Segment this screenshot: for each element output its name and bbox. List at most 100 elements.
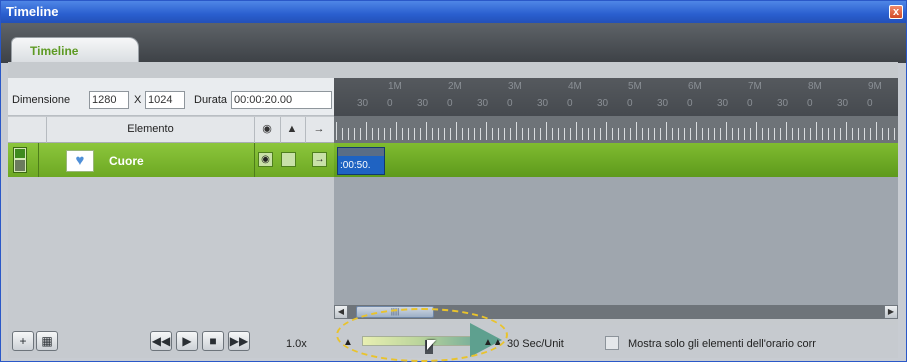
- ruler-tick: [378, 128, 379, 140]
- ruler-tick: [408, 128, 409, 140]
- ruler-tick: [744, 128, 745, 140]
- tab-timeline[interactable]: Timeline: [11, 37, 139, 63]
- tab-strip: Timeline: [1, 23, 906, 63]
- ruler-minor-label: 30: [417, 98, 429, 109]
- ruler-tick: [564, 128, 565, 140]
- ruler-major-label: 1M: [388, 81, 402, 92]
- ruler-tick: [726, 122, 727, 140]
- ruler-tick: [624, 128, 625, 140]
- clip-time-label: :00:50.: [340, 160, 371, 171]
- show-current-only-label: Mostra solo gli elementi dell'orario cor…: [628, 338, 816, 350]
- ruler-minor-label: 0: [867, 98, 873, 109]
- toggle-top: [15, 149, 25, 158]
- rewind-button[interactable]: ◀◀: [150, 331, 172, 351]
- ruler-tick: [882, 128, 883, 140]
- track-name: Cuore: [109, 154, 144, 168]
- track-arrow-toggle[interactable]: →: [312, 152, 327, 167]
- playback-speed: 1.0x: [286, 338, 307, 350]
- scroll-right-button[interactable]: ▶: [884, 305, 898, 319]
- track-eye-toggle[interactable]: ◉: [258, 152, 273, 167]
- eye-icon[interactable]: ◉: [259, 121, 275, 137]
- lock-icon[interactable]: ▲: [284, 121, 300, 137]
- ruler-minor-label: 0: [747, 98, 753, 109]
- ruler-tick: [708, 128, 709, 140]
- ruler-tick: [798, 128, 799, 140]
- track-visibility-toggle[interactable]: [13, 147, 27, 173]
- dimension-label: Dimensione: [12, 94, 71, 106]
- width-input[interactable]: [89, 91, 129, 109]
- ruler-tick: [768, 128, 769, 140]
- show-current-only-checkbox[interactable]: [605, 336, 619, 350]
- ruler-tick: [612, 128, 613, 140]
- ruler-tick: [492, 128, 493, 140]
- timeline-ruler[interactable]: 1M 2M 3M 4M 5M 6M 7M 8M 9M 30 0 30 0 30 0 30 0 30 0 30 0 30 0 3…: [334, 78, 898, 143]
- ruler-tick: [810, 128, 811, 140]
- trash-icon[interactable]: ▦: [36, 331, 58, 351]
- play-button[interactable]: ▶: [176, 331, 198, 351]
- track-lock-toggle[interactable]: [281, 152, 296, 167]
- ruler-minor-label: 0: [807, 98, 813, 109]
- x-label: X: [134, 94, 142, 106]
- ruler-major-label: 4M: [568, 81, 582, 92]
- ruler-tick: [840, 128, 841, 140]
- toggle-bottom: [15, 160, 25, 171]
- ruler-tick: [642, 128, 643, 140]
- ruler-tick: [618, 128, 619, 140]
- ruler-tick: [414, 128, 415, 140]
- ruler-minor-label: 0: [627, 98, 633, 109]
- arrow-right-icon[interactable]: →: [311, 121, 327, 137]
- ruler-major-label: 3M: [508, 81, 522, 92]
- column-separator: [46, 117, 47, 143]
- title-bar: Timeline x: [1, 1, 906, 23]
- ruler-minor-label: 30: [777, 98, 789, 109]
- ruler-tick: [738, 128, 739, 140]
- ruler-tick: [570, 128, 571, 140]
- clip-header: [338, 148, 384, 156]
- dimension-row: Dimensione X Durata: [8, 78, 334, 116]
- close-button[interactable]: x: [889, 5, 903, 19]
- ruler-tick: [828, 128, 829, 140]
- ruler-tick: [756, 122, 757, 140]
- ruler-tick: [606, 122, 607, 140]
- ruler-minor-label: 0: [447, 98, 453, 109]
- ruler-major-label: 6M: [688, 81, 702, 92]
- ruler-minor-label: 30: [357, 98, 369, 109]
- ruler-tick: [852, 128, 853, 140]
- ruler-tick: [792, 128, 793, 140]
- fast-forward-button[interactable]: ▶▶: [228, 331, 250, 351]
- ruler-tick: [690, 128, 691, 140]
- ruler-tick: [420, 128, 421, 140]
- ruler-tick: [528, 128, 529, 140]
- ruler-tick: [696, 122, 697, 140]
- track-timeline-row[interactable]: [334, 143, 898, 177]
- ruler-tick: [846, 122, 847, 140]
- column-separator: [305, 117, 306, 143]
- stop-button[interactable]: ■: [202, 331, 224, 351]
- ruler-minor-label: 0: [507, 98, 513, 109]
- duration-label: Durata: [194, 94, 228, 106]
- ruler-tick: [462, 128, 463, 140]
- ruler-tick: [432, 128, 433, 140]
- ruler-tick: [552, 128, 553, 140]
- ruler-major-label: 7M: [748, 81, 762, 92]
- column-header: Elemento ◉ ▲ →: [8, 117, 334, 143]
- height-input[interactable]: [145, 91, 185, 109]
- ruler-tick: [780, 128, 781, 140]
- timeline-empty-area: [334, 177, 898, 305]
- ruler-tick: [672, 128, 673, 140]
- row-separator: [38, 143, 39, 177]
- scroll-left-button[interactable]: ◀: [334, 305, 348, 319]
- ruler-tick: [336, 122, 337, 140]
- ruler-tick: [654, 128, 655, 140]
- ruler-tick: [396, 122, 397, 140]
- track-clip[interactable]: :00:50.: [337, 147, 385, 175]
- add-button[interactable]: +: [12, 331, 34, 351]
- ruler-tick: [636, 122, 637, 140]
- ruler-tick: [504, 128, 505, 140]
- ruler-major-label: 9M: [868, 81, 882, 92]
- duration-input[interactable]: [231, 91, 332, 109]
- ruler-tick: [750, 128, 751, 140]
- ruler-tick: [546, 122, 547, 140]
- ruler-tick: [630, 128, 631, 140]
- ruler-tick: [822, 128, 823, 140]
